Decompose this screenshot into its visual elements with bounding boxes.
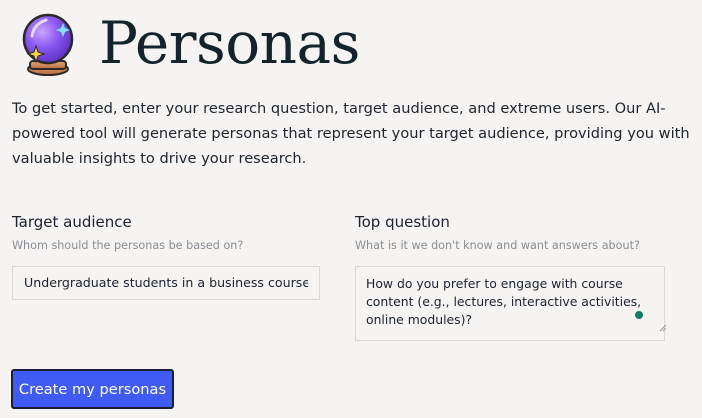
resize-handle-icon[interactable] (659, 324, 667, 332)
top-question-label: Top question (355, 213, 450, 231)
target-audience-label: Target audience (12, 213, 132, 231)
grammar-status-dot[interactable] (635, 311, 643, 319)
crystal-ball-icon (22, 13, 74, 76)
target-audience-field: Target audience Whom should the personas… (12, 211, 320, 300)
create-personas-button[interactable]: Create my personas (11, 369, 174, 409)
top-question-field: Top question What is it we don't know an… (355, 211, 667, 341)
top-question-textarea[interactable]: How do you prefer to engage with course … (355, 266, 665, 341)
page-title: Personas (99, 9, 360, 77)
target-audience-input[interactable] (12, 266, 320, 300)
top-question-help: What is it we don't know and want answer… (355, 239, 640, 252)
page-header (12, 0, 84, 84)
intro-text: To get started, enter your research ques… (12, 100, 690, 167)
target-audience-help: Whom should the personas be based on? (12, 239, 244, 252)
